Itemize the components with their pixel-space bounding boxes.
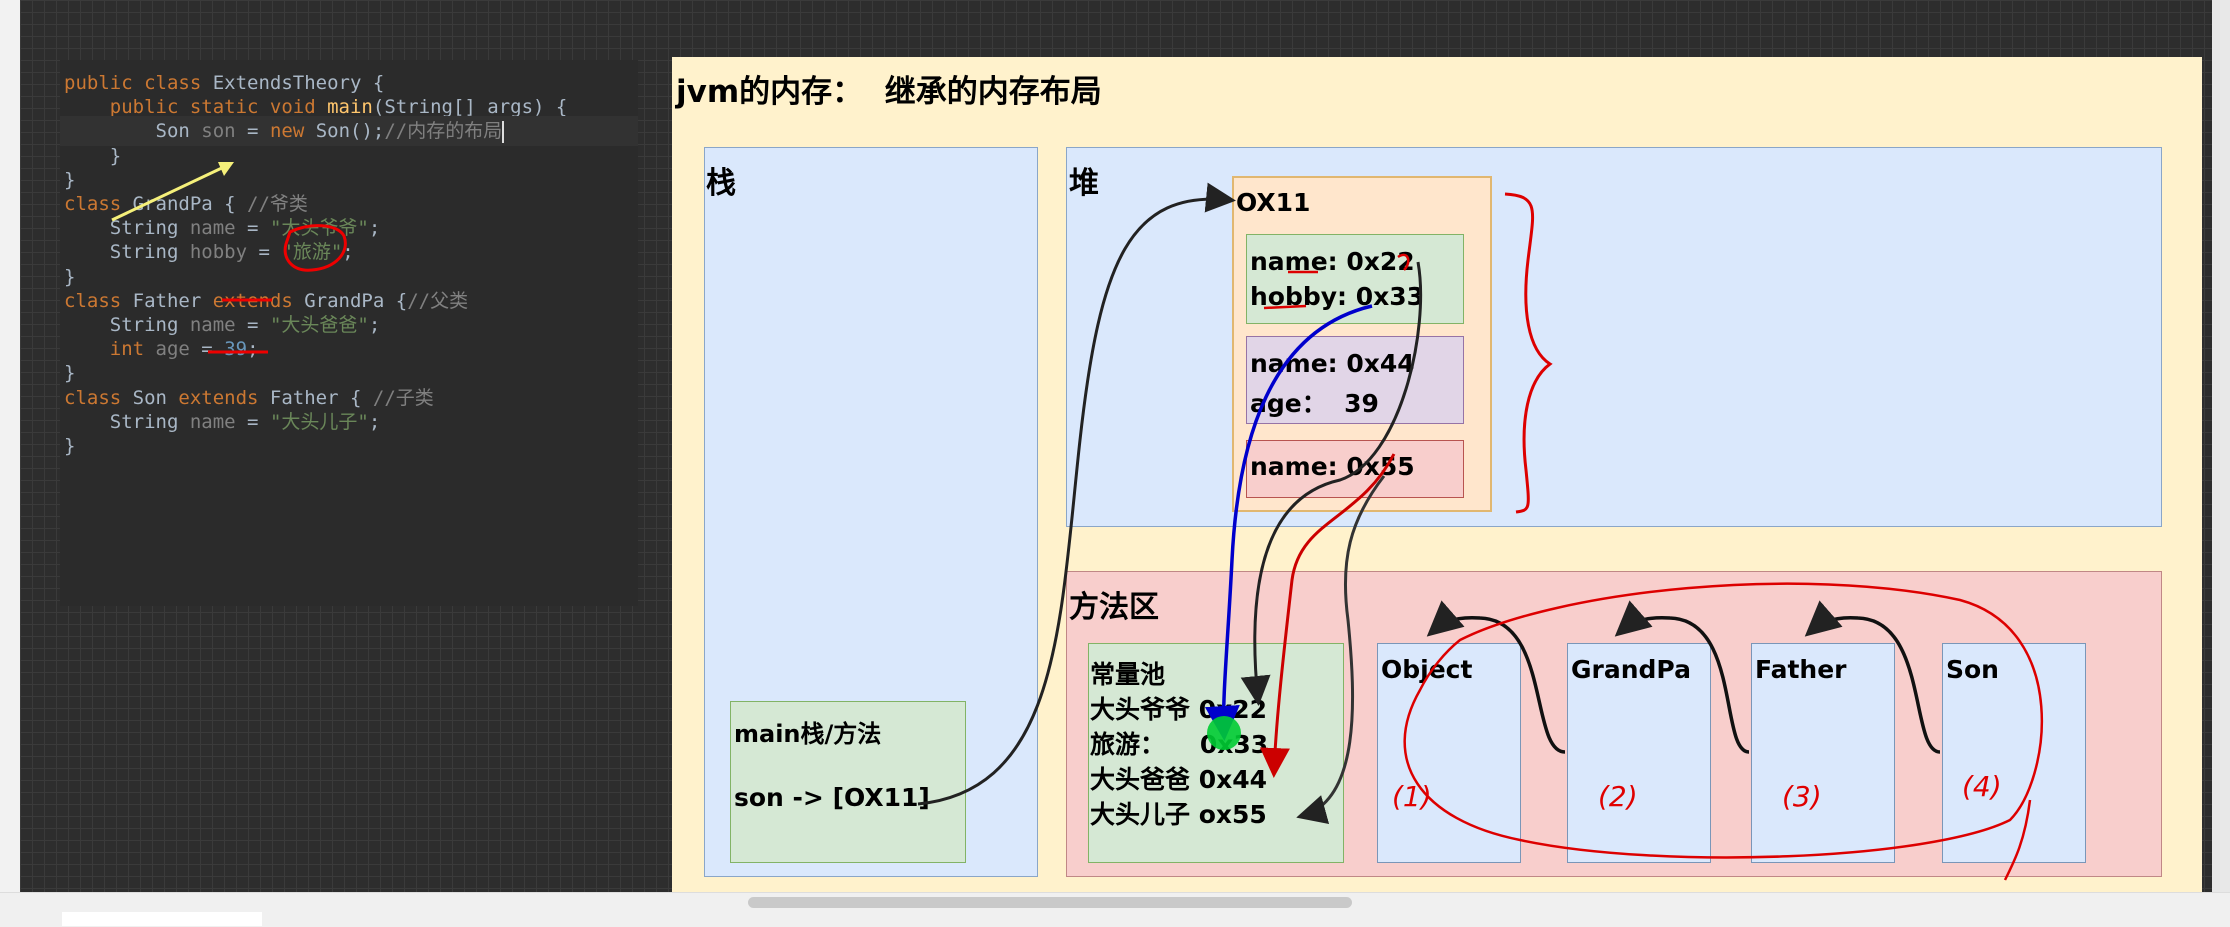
- code-token: ;: [342, 241, 354, 264]
- class-son-label: Son: [1946, 655, 1999, 684]
- code-token: name: [189, 314, 236, 336]
- text-cursor: [502, 120, 505, 143]
- code-token: ;: [368, 314, 381, 336]
- code-token: class: [64, 193, 133, 215]
- code-token: =: [235, 120, 270, 143]
- heap-label: 堆: [1069, 166, 1099, 201]
- main-frame-ref: son -> [OX11]: [734, 783, 930, 812]
- window-left-strip: [0, 0, 20, 892]
- code-token: "旅游": [281, 241, 343, 264]
- code-token: =: [235, 217, 270, 240]
- code-line: String name = "大头儿子";: [64, 407, 381, 437]
- code-line: int age = 39;: [64, 334, 259, 364]
- code-token: class: [64, 386, 133, 409]
- code-token: Son();: [315, 120, 385, 143]
- code-token: =: [189, 338, 225, 361]
- code-token: //内存的布局: [384, 120, 503, 143]
- code-token: //子类: [372, 386, 434, 409]
- code-token: //父类: [407, 289, 469, 312]
- code-token: int: [109, 338, 156, 361]
- code-token: "大头儿子": [269, 410, 369, 433]
- annotation-4: (4): [1962, 770, 2002, 803]
- code-token: ;: [368, 217, 381, 240]
- code-token: GrandPa {: [304, 289, 408, 312]
- grandpa-field-name: name: 0x22: [1250, 247, 1415, 276]
- code-token: }: [64, 144, 122, 167]
- code-token: "大头爸爸": [269, 314, 369, 336]
- father-field-age: age： 39: [1250, 389, 1379, 418]
- grandpa-field-hobby: hobby: 0x33: [1250, 282, 1425, 311]
- code-token: }: [64, 168, 76, 191]
- code-token: =: [235, 410, 270, 433]
- constant-pool-entry: 大头爸爸 0x44: [1090, 765, 1268, 794]
- constant-pool-entry: 大头儿子 ox55: [1090, 800, 1267, 829]
- code-token: Father {: [269, 386, 373, 409]
- code-token: 39: [224, 338, 248, 361]
- class-object-label: Object: [1381, 655, 1473, 684]
- code-token: ;: [368, 410, 381, 433]
- constant-pool-entry: 大头爷爷 0x22: [1090, 695, 1268, 724]
- code-token: ExtendsTheory {: [212, 72, 385, 94]
- class-grandpa-label: GrandPa: [1571, 655, 1691, 684]
- annotation-1: (1): [1392, 780, 1432, 813]
- son-field-name: name: 0x55: [1250, 452, 1415, 481]
- code-token: =: [247, 241, 282, 264]
- code-token: public static void: [109, 96, 328, 119]
- code-token: String: [64, 241, 190, 264]
- code-token: }: [64, 362, 76, 385]
- code-token: "大头爷爷": [269, 217, 369, 240]
- code-line: Son son = new Son();//内存的布局: [60, 116, 638, 147]
- main-frame-title: main栈/方法: [734, 720, 882, 748]
- code-token: name: [189, 217, 236, 240]
- code-token: son: [201, 120, 236, 143]
- code-token: age: [155, 338, 190, 361]
- code-token: new: [269, 120, 316, 143]
- heap-area: [1066, 147, 2162, 527]
- code-editor[interactable]: public class ExtendsTheory { public stat…: [60, 60, 638, 606]
- stack-label: 栈: [706, 166, 736, 201]
- annotation-3: (3): [1782, 780, 1822, 813]
- code-token: GrandPa {: [132, 193, 248, 215]
- diagram-title: jvm的内存： 继承的内存布局: [676, 74, 1102, 110]
- father-field-name: name: 0x44: [1250, 349, 1415, 378]
- code-token: class: [64, 289, 133, 312]
- code-token: Son: [64, 120, 202, 143]
- code-token: main: [327, 96, 373, 119]
- code-token: hobby: [189, 241, 248, 264]
- method-area-label: 方法区: [1069, 590, 1159, 625]
- horizontal-scrollbar[interactable]: [748, 897, 1352, 908]
- code-token: String: [64, 314, 190, 336]
- code-token: ;: [247, 338, 259, 361]
- code-token: String: [64, 410, 190, 433]
- code-line: }: [64, 431, 75, 461]
- constant-pool-title: 常量池: [1090, 660, 1166, 689]
- code-token: //爷类: [247, 193, 308, 215]
- code-line: String hobby = "旅游";: [64, 237, 354, 267]
- code-token: }: [64, 265, 76, 288]
- code-token: Father: [132, 289, 213, 312]
- class-father-label: Father: [1755, 655, 1847, 684]
- bottom-tab[interactable]: [62, 912, 262, 926]
- constant-pool-entry: 旅游： 0x33: [1090, 730, 1269, 759]
- right-edge: [2212, 0, 2230, 892]
- code-token: }: [64, 435, 76, 457]
- code-token: (String[] args) {: [372, 96, 568, 119]
- code-token: public class: [64, 72, 213, 94]
- code-token: name: [189, 410, 236, 433]
- code-token: String: [64, 217, 190, 240]
- code-token: extends: [178, 386, 270, 409]
- code-token: extends: [212, 289, 305, 312]
- code-token: =: [235, 314, 270, 336]
- heap-object-address: OX11: [1236, 188, 1311, 217]
- code-token: Son: [132, 386, 179, 409]
- annotation-2: (2): [1598, 780, 1638, 813]
